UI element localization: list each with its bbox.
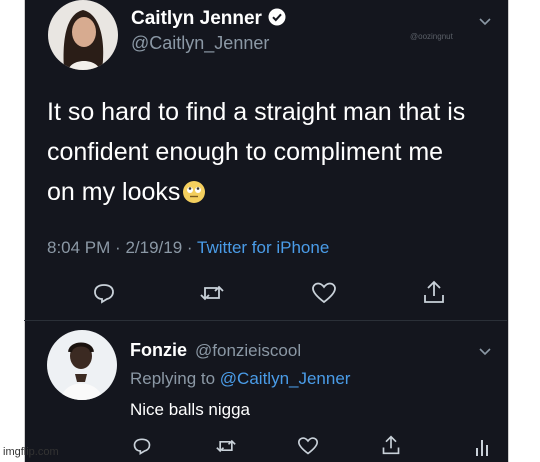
face-with-rolling-eyes-icon [182,176,206,216]
author-name[interactable]: Caitlyn Jenner [131,8,286,32]
author-handle[interactable]: @Caitlyn_Jenner [131,33,269,54]
share-icon[interactable] [381,434,401,461]
replying-to-mention[interactable]: @Caitlyn_Jenner [220,369,351,388]
share-icon[interactable] [422,279,446,310]
watermark-text: @oozingnut [410,32,453,41]
tweet-time: 8:04 PM [47,238,111,257]
tweet-divider [24,320,507,321]
like-icon[interactable] [297,436,319,461]
reply-author-name[interactable]: Fonzie @fonzieiscool [130,340,301,361]
reply-author-name-text: Fonzie [130,340,187,360]
chevron-down-icon[interactable] [478,14,492,32]
like-icon[interactable] [311,281,337,310]
author-name-text: Caitlyn Jenner [131,8,262,29]
replying-to-prefix: Replying to [130,369,216,388]
reply-icon[interactable] [132,436,152,461]
meta-separator: · [186,238,193,257]
tweet-date: 2/19/19 [125,238,183,257]
tweet-meta: 8:04 PM · 2/19/19 · Twitter for iPhone [47,238,329,258]
author-avatar[interactable] [48,0,118,70]
reply-author-handle[interactable]: @fonzieiscool [195,341,301,360]
reply-text: Nice balls nigga [130,400,251,419]
reply-author-avatar[interactable] [47,330,117,400]
tweet-text-content: It so hard to find a straight man that i… [47,98,466,206]
chevron-down-icon[interactable] [478,344,492,362]
retweet-icon[interactable] [215,436,237,461]
verified-badge-icon [268,8,286,32]
tweet-source-link[interactable]: Twitter for iPhone [197,238,329,257]
meta-separator: · [115,238,121,257]
reply-icon[interactable] [92,281,116,310]
imgflip-watermark: imgflip.com [3,446,59,458]
retweet-icon[interactable] [199,281,225,310]
analytics-icon[interactable] [474,436,490,461]
replying-to-line: Replying to @Caitlyn_Jenner [130,369,350,389]
tweet-text: It so hard to find a straight man that i… [47,92,477,216]
